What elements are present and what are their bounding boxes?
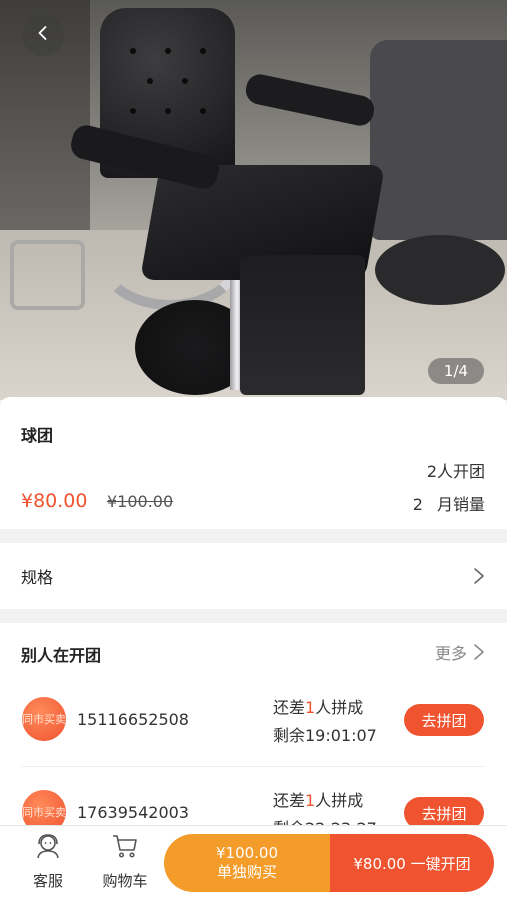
cart-button[interactable]: 购物车 <box>95 832 155 892</box>
group-need-text: 还差1人拼成 <box>273 694 363 718</box>
buy-alone-label: 单独购买 <box>216 863 277 881</box>
cart-label: 购物车 <box>102 872 148 890</box>
customer-service-button[interactable]: 客服 <box>18 832 78 892</box>
chevron-right-icon <box>473 643 485 661</box>
join-group-button[interactable]: 去拼团 <box>404 704 484 736</box>
image-side-chair-base <box>375 235 505 305</box>
divider <box>22 766 485 767</box>
customer-service-label: 客服 <box>32 872 63 890</box>
open-groups-section: 别人在开团 更多 同市买卖 15116652508 还差1人拼成 剩余19:01… <box>0 623 507 833</box>
image-stool <box>10 240 85 310</box>
buy-alone-price: ¥100.00 <box>215 844 279 862</box>
back-button[interactable] <box>22 14 64 56</box>
group-leader-phone: 17639542003 <box>77 803 189 822</box>
product-info-card: 球团 2人开团 ¥80.00 ¥100.00 2 月销量 <box>0 397 507 529</box>
group-need-text: 还差1人拼成 <box>273 787 363 811</box>
group-remaining-time: 剩余19:01:07 <box>273 726 377 745</box>
back-arrow-icon <box>35 25 51 45</box>
start-group-button[interactable]: ¥80.00 一键开团 <box>330 834 494 892</box>
product-detail-page: 1/4 球团 2人开团 ¥80.00 ¥100.00 2 月销量 规格 别人在开团… <box>0 0 507 900</box>
monthly-sales: 2 月销量 <box>413 491 485 515</box>
product-image[interactable]: 1/4 <box>0 0 507 400</box>
avatar: 同市买卖 <box>22 697 66 741</box>
more-label: 更多 <box>434 644 467 663</box>
bottom-action-bar: 客服 购物车 ¥100.00 单独购买 ¥80.00 一键开团 <box>0 825 507 900</box>
image-chair-arm-right <box>243 71 377 129</box>
need-count: 1 <box>305 698 316 717</box>
need-prefix: 还差 <box>273 791 306 810</box>
group-row: 同市买卖 15116652508 还差1人拼成 剩余19:01:07 去拼团 <box>0 680 507 760</box>
chevron-right-icon <box>473 567 485 585</box>
monthly-sales-label: 月销量 <box>436 495 485 514</box>
need-suffix: 人拼成 <box>315 698 364 717</box>
group-price: ¥80.00 <box>21 490 88 512</box>
need-prefix: 还差 <box>273 698 306 717</box>
more-groups-link[interactable]: 更多 <box>435 640 485 664</box>
image-page-indicator: 1/4 <box>428 358 484 384</box>
open-groups-title: 别人在开团 <box>21 646 102 665</box>
buy-alone-button[interactable]: ¥100.00 单独购买 <box>164 834 330 892</box>
image-chair-footrest <box>240 255 365 395</box>
need-count: 1 <box>305 791 316 810</box>
group-size-label: 2人开团 <box>426 462 485 481</box>
monthly-sales-count: 2 <box>412 495 423 514</box>
group-leader-phone: 15116652508 <box>77 710 189 729</box>
original-price: ¥100.00 <box>107 492 174 511</box>
customer-service-icon <box>34 832 62 864</box>
group-row: 同市买卖 17639542003 还差1人拼成 剩余22:23:27 去拼团 <box>0 773 507 833</box>
need-suffix: 人拼成 <box>315 791 364 810</box>
spec-label: 规格 <box>21 568 54 587</box>
image-side-chair <box>370 40 507 240</box>
cart-icon <box>111 832 139 864</box>
spec-row[interactable]: 规格 <box>0 543 507 609</box>
product-name: 球团 <box>21 426 54 445</box>
